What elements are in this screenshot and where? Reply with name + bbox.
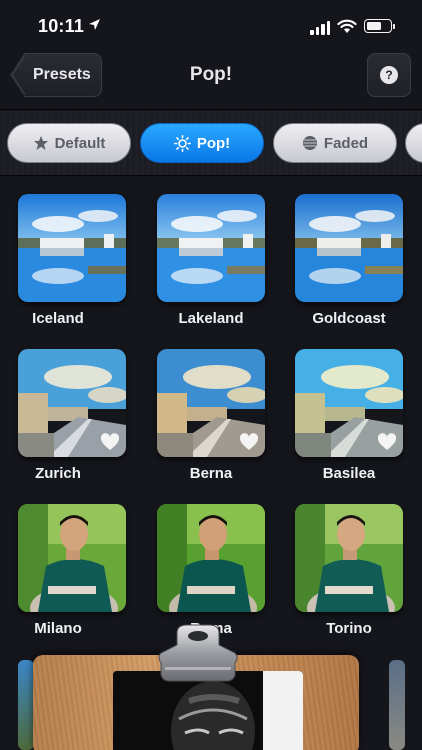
preset-thumbnail xyxy=(157,504,265,612)
filter-pill-pop[interactable]: Pop! xyxy=(140,123,264,163)
preset-tile-berna[interactable] xyxy=(157,349,265,457)
navigation-bar: Presets Pop! ? xyxy=(0,50,422,110)
preset-thumbnail xyxy=(295,194,403,302)
preset-tile-roma[interactable] xyxy=(157,504,265,612)
preset-label: Berna xyxy=(189,465,233,482)
heart-icon[interactable] xyxy=(100,433,120,451)
heart-icon[interactable] xyxy=(377,433,397,451)
preset-label: Goldcoast xyxy=(312,310,386,327)
preset-tile-goldcoast[interactable] xyxy=(295,194,403,302)
filter-pill-default[interactable]: Default xyxy=(7,123,131,163)
page-title: Pop! xyxy=(189,64,233,85)
preset-tile-milano[interactable] xyxy=(18,504,126,612)
filter-pill-label: Pop! xyxy=(196,134,231,152)
preset-tile-partial[interactable] xyxy=(18,660,34,750)
preset-tile-torino[interactable] xyxy=(295,504,403,612)
clipboard-clip-icon xyxy=(158,624,238,682)
divider xyxy=(0,109,422,110)
filter-pill-more[interactable] xyxy=(405,123,422,163)
location-arrow-icon xyxy=(89,19,100,30)
status-bar: 10:11 xyxy=(0,0,422,50)
preset-label: Basilea xyxy=(322,465,376,482)
filter-pill-faded[interactable]: Faded xyxy=(273,123,397,163)
filter-pill-label: Default xyxy=(54,134,106,152)
battery-icon xyxy=(364,19,395,33)
preset-tile-partial[interactable] xyxy=(389,660,405,750)
heart-icon[interactable] xyxy=(239,433,259,451)
preset-label: Milano xyxy=(34,620,82,637)
preset-thumbnail xyxy=(18,504,126,612)
status-time: 10:11 xyxy=(38,16,85,36)
preset-label: Torino xyxy=(326,620,372,637)
preset-tile-basilea[interactable] xyxy=(295,349,403,457)
sun-icon xyxy=(173,134,191,152)
preset-label: Zurich xyxy=(35,465,81,482)
preset-thumbnail xyxy=(157,194,265,302)
filter-pill-label: Faded xyxy=(323,134,369,152)
preset-label: Iceland xyxy=(32,310,84,327)
preset-tile-iceland[interactable] xyxy=(18,194,126,302)
preset-tile-lakeland[interactable] xyxy=(157,194,265,302)
help-icon: ? xyxy=(380,66,398,84)
star-icon xyxy=(33,136,48,150)
filter-strip: Default Pop! Faded xyxy=(0,111,422,175)
preset-thumbnail xyxy=(18,194,126,302)
cellular-signal-icon xyxy=(310,21,330,35)
wifi-icon xyxy=(337,19,357,33)
preset-tile-zurich[interactable] xyxy=(18,349,126,457)
preset-label: Lakeland xyxy=(178,310,244,327)
help-button[interactable]: ? xyxy=(367,53,411,97)
faded-circle-icon xyxy=(302,136,317,150)
preset-thumbnail xyxy=(295,504,403,612)
